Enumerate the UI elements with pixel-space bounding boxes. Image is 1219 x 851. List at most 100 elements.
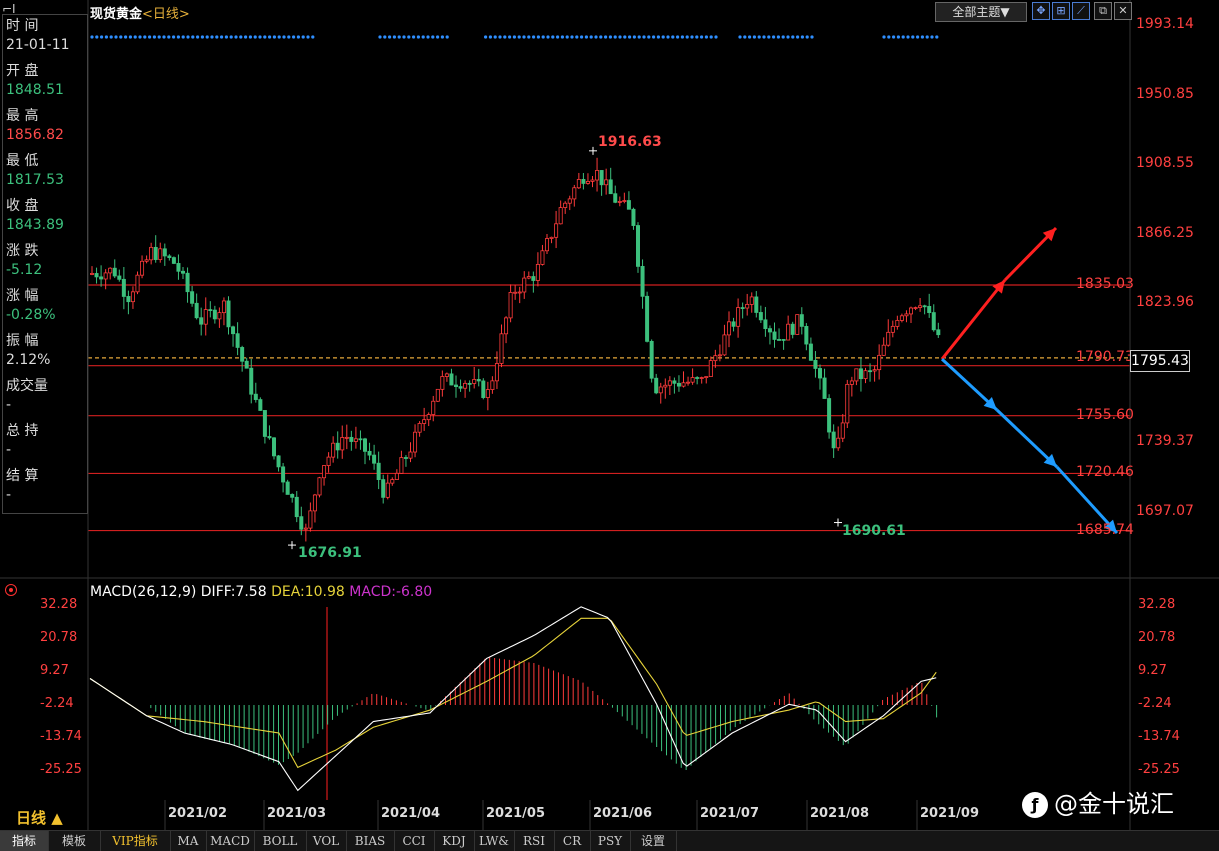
candle-body [158, 248, 163, 260]
watermark-text: @金十说汇 [1054, 790, 1174, 818]
info-value: - [6, 487, 12, 503]
candle-body [722, 334, 727, 356]
candle-body [818, 368, 823, 379]
info-label: 时 间 [6, 18, 39, 34]
signal-dot [800, 35, 805, 39]
info-value: 1856.82 [6, 127, 64, 143]
candle-body [731, 321, 736, 327]
candle-body [695, 377, 700, 379]
candle-body [390, 479, 395, 484]
candle-body [367, 450, 372, 456]
candle-body [686, 381, 691, 384]
signal-dot [796, 35, 800, 39]
candle-body [271, 437, 276, 457]
signal-dot [138, 35, 142, 39]
candle-body [253, 393, 258, 400]
indicator-tab[interactable]: CCI [394, 831, 435, 851]
candle-body [399, 457, 404, 474]
period-switch-button[interactable]: 日线 ▲ [0, 806, 86, 830]
info-label: 最 高 [6, 108, 39, 124]
signal-dot [277, 35, 281, 39]
indicator-tab[interactable]: 设置 [630, 831, 677, 851]
info-value: 2.12% [6, 352, 51, 368]
period-label: <日线> [142, 7, 190, 22]
signal-dot [109, 35, 113, 39]
indicator-tab[interactable]: BIAS [346, 831, 395, 851]
signal-dot [258, 35, 262, 39]
candle-body [504, 317, 509, 335]
info-label: 开 盘 [6, 63, 39, 79]
signal-dot [311, 35, 315, 39]
chart-zoom-icon[interactable]: ⊞ [1052, 2, 1070, 20]
close-icon[interactable]: ✕ [1114, 2, 1132, 20]
signal-dot [916, 35, 920, 39]
indicator-tab[interactable]: VOL [306, 831, 347, 851]
signal-dot [690, 35, 694, 39]
window-icon[interactable]: ⧉ [1094, 2, 1112, 20]
indicator-tab[interactable]: LW& [474, 831, 515, 851]
signal-dot [714, 35, 718, 39]
dea-line [89, 617, 937, 769]
info-value: 1843.89 [6, 217, 64, 233]
candle-body [303, 527, 308, 530]
indicator-tab[interactable]: CR [554, 831, 591, 851]
crosshair-icon[interactable]: ✥ [1032, 2, 1050, 20]
candle-body [130, 291, 135, 303]
signal-dot [488, 35, 492, 39]
indicator-tab[interactable]: MACD [206, 831, 255, 851]
candle-body [631, 208, 636, 226]
macd-tick-label: -25.25 [40, 762, 82, 777]
candle-body [513, 291, 518, 294]
candle-body [927, 305, 932, 313]
indicator-tab[interactable]: VIP指标 [100, 831, 171, 851]
indicator-tab[interactable]: MA [170, 831, 207, 851]
indicator-tab[interactable]: 模板 [48, 831, 101, 851]
candle-body [258, 399, 263, 411]
candle-body [708, 360, 713, 378]
signal-dot [383, 35, 387, 39]
candle-body [408, 451, 413, 459]
candle-body [535, 264, 540, 281]
signal-dot [757, 35, 761, 39]
indicator-tab[interactable]: KDJ [434, 831, 475, 851]
indicator-tab[interactable]: PSY [590, 831, 631, 851]
date-tick-label: 2021/05 [486, 806, 546, 821]
candle-body [140, 260, 145, 276]
indicator-tab[interactable]: RSI [514, 831, 555, 851]
info-label: 涨 幅 [6, 288, 39, 304]
signal-dot [882, 35, 886, 39]
indicator-toggle-icon[interactable] [5, 584, 17, 596]
macd-tick-label: 20.78 [40, 629, 78, 645]
signal-dot [402, 35, 406, 39]
signal-dot [517, 35, 521, 39]
indicator-tab[interactable]: 指标 [0, 831, 49, 851]
candle-body [99, 276, 104, 280]
chart-canvas[interactable] [0, 0, 1219, 850]
candle-body [617, 201, 622, 203]
candle-body [799, 314, 804, 327]
draw-line-icon[interactable]: ⟋ [1072, 2, 1090, 20]
signal-dot [565, 35, 569, 39]
macd-legend: MACD(26,12,9) DIFF:7.58 DEA:10.98 MACD:-… [90, 584, 432, 600]
signal-dot [532, 35, 536, 39]
signal-dot [296, 35, 300, 39]
candle-body [727, 321, 732, 336]
candle-body [372, 454, 377, 464]
signal-dot [892, 35, 896, 39]
candle-body [540, 250, 545, 265]
theme-dropdown[interactable]: 全部主题▼ [935, 2, 1027, 22]
signal-dot [306, 35, 310, 39]
signal-dot [426, 35, 430, 39]
indicator-tab[interactable]: BOLL [254, 831, 307, 851]
signal-dot [522, 35, 526, 39]
macd-tick-label: -2.24 [1138, 696, 1172, 711]
candle-body [508, 291, 513, 319]
candle-body [458, 386, 463, 389]
candle-body [326, 456, 331, 466]
candle-body [890, 325, 895, 333]
signal-dot [143, 35, 147, 39]
candle-body [103, 272, 108, 280]
indicator-tab-bar: 指标 模板 VIP指标 MA MACD BOLL VOL BIAS CCI KDJ LW& RSI CR… [0, 830, 1219, 851]
signal-dot [220, 35, 224, 39]
price-tick-label: 1823.96 [1136, 294, 1194, 311]
